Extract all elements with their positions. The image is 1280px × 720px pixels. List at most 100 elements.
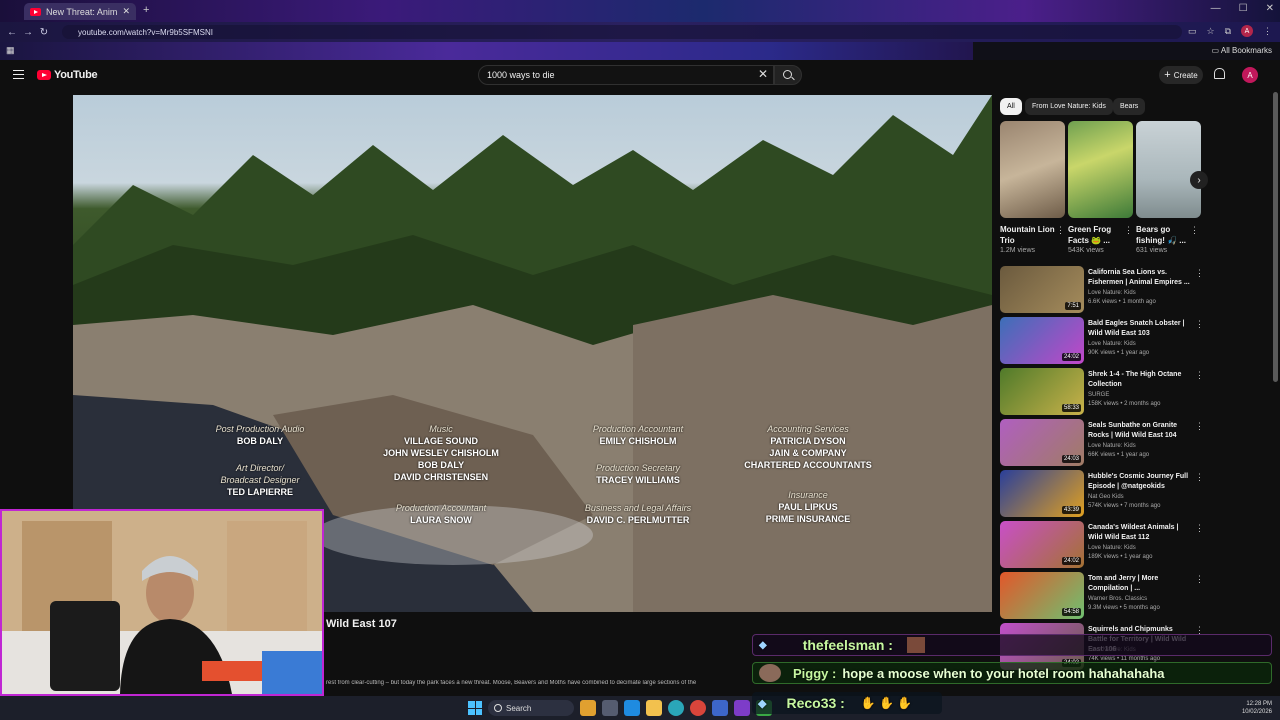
- video-duration: 24:03: [1061, 455, 1081, 463]
- recommendation-title[interactable]: Hubble's Cosmic Journey Full Episode | @…: [1088, 472, 1192, 492]
- recommendation-item[interactable]: 43:39 Hubble's Cosmic Journey Full Episod…: [1000, 470, 1206, 518]
- forward-icon[interactable]: →: [20, 27, 36, 38]
- back-icon[interactable]: ←: [4, 27, 20, 38]
- url-field[interactable]: youtube.com/watch?v=Mr9b5SFMSNI: [62, 25, 1182, 39]
- recommendation-item[interactable]: 7:51 California Sea Lions vs. Fishermen |…: [1000, 266, 1206, 314]
- credit-role: Production Secretary: [595, 463, 681, 473]
- recommendation-item[interactable]: 54:58 Tom and Jerry | More Compilation | …: [1000, 572, 1206, 620]
- short-thumbnail[interactable]: [1136, 121, 1201, 218]
- page-scrollbar[interactable]: [1273, 92, 1278, 382]
- clear-search-icon[interactable]: ✕: [758, 67, 768, 81]
- recommendation-title[interactable]: Seals Sunbathe on Granite Rocks | Wild W…: [1088, 421, 1192, 441]
- credit-role: Art Director/ Broadcast Designer: [220, 463, 300, 485]
- short-title[interactable]: Bears go fishing! 🎣 ...: [1136, 224, 1192, 246]
- taskbar-search[interactable]: Search: [488, 700, 574, 716]
- apps-grid-icon[interactable]: ▦: [6, 45, 15, 56]
- short-thumbnail[interactable]: [1000, 121, 1065, 218]
- chip-bears[interactable]: Bears: [1113, 98, 1146, 115]
- minimize-icon[interactable]: —: [1211, 3, 1221, 14]
- recommendation-channel[interactable]: SURGE: [1088, 392, 1109, 398]
- recommendation-title[interactable]: Shrek 1-4 - The High Octane Collection: [1088, 370, 1192, 390]
- chat-message: Piggy : hope a moose when to your hotel …: [752, 662, 1272, 684]
- edge-icon[interactable]: [668, 700, 684, 716]
- recommendation-channel[interactable]: Nat Geo Kids: [1088, 494, 1124, 500]
- video-thumbnail[interactable]: 24:02: [1000, 317, 1084, 364]
- video-thumbnail[interactable]: 43:39: [1000, 470, 1084, 517]
- youtube-logo[interactable]: YouTube: [37, 69, 98, 81]
- recommendation-channel[interactable]: Love Nature: Kids: [1088, 290, 1136, 296]
- windows-start-icon[interactable]: [468, 701, 482, 715]
- all-bookmarks-link[interactable]: ▭ All Bookmarks: [1212, 46, 1272, 55]
- more-options-icon[interactable]: ⋮: [1195, 574, 1204, 585]
- recommendation-item[interactable]: 24:02 Bald Eagles Snatch Lobster | Wild W…: [1000, 317, 1206, 365]
- video-thumbnail[interactable]: 24:02: [1000, 521, 1084, 568]
- more-options-icon[interactable]: ⋮: [1195, 268, 1204, 279]
- more-options-icon[interactable]: ⋮: [1056, 225, 1065, 236]
- recommendation-item[interactable]: 24:03 Seals Sunbathe on Granite Rocks | W…: [1000, 419, 1206, 467]
- video-thumbnail[interactable]: 58:33: [1000, 368, 1084, 415]
- browser-profile-avatar[interactable]: A: [1241, 25, 1253, 37]
- recommendation-title[interactable]: Tom and Jerry | More Compilation | ...: [1088, 574, 1192, 594]
- recommendation-meta: 9.3M views • 5 months ago: [1088, 605, 1160, 611]
- short-thumbnail[interactable]: [1068, 121, 1133, 218]
- recommendation-channel[interactable]: Warner Bros. Classics: [1088, 596, 1147, 602]
- recommendation-title[interactable]: Bald Eagles Snatch Lobster | Wild Wild E…: [1088, 319, 1192, 339]
- more-options-icon[interactable]: ⋮: [1195, 370, 1204, 381]
- video-thumbnail[interactable]: 54:58: [1000, 572, 1084, 619]
- more-options-icon[interactable]: ⋮: [1195, 421, 1204, 432]
- more-options-icon[interactable]: ⋮: [1190, 225, 1199, 236]
- video-thumbnail[interactable]: 24:03: [1000, 419, 1084, 466]
- credit-name: PATRICIA DYSON: [770, 436, 846, 446]
- search-button[interactable]: [774, 65, 802, 85]
- short-title[interactable]: Mountain Lion Trio: [1000, 224, 1056, 246]
- menu-hamburger-icon[interactable]: [13, 70, 24, 79]
- browser-tab-bar: New Threat: Animals Team ✕ + — ☐ ✕: [0, 0, 1280, 22]
- credit-block: Music VILLAGE SOUND JOHN WESLEY CHISHOLM…: [371, 423, 511, 483]
- recommendation-title[interactable]: California Sea Lions vs. Fishermen | Ani…: [1088, 268, 1192, 288]
- account-avatar[interactable]: A: [1242, 67, 1258, 83]
- short-title[interactable]: Green Frog Facts 🐸 ...: [1068, 224, 1124, 246]
- recommendation-channel[interactable]: Love Nature: Kids: [1088, 443, 1136, 449]
- widgets-icon[interactable]: [580, 700, 596, 716]
- credit-name: PRIME INSURANCE: [765, 514, 851, 524]
- recommendation-item[interactable]: 58:33 Shrek 1-4 - The High Octane Collect…: [1000, 368, 1206, 416]
- chip-from-love-nature-kids[interactable]: From Love Nature: Kids: [1025, 98, 1113, 115]
- reload-icon[interactable]: ↻: [36, 27, 52, 38]
- more-options-icon[interactable]: ⋮: [1124, 225, 1133, 236]
- recommendation-channel[interactable]: Love Nature: Kids: [1088, 341, 1136, 347]
- file-explorer-icon[interactable]: [646, 700, 662, 716]
- bookmark-star-icon[interactable]: ☆: [1206, 26, 1214, 37]
- app-icon[interactable]: [734, 700, 750, 716]
- clock-date: 10/02/2026: [1241, 709, 1272, 715]
- emote-icon: ✋ ✋ ✋: [860, 696, 913, 710]
- credit-block: Accounting Services PATRICIA DYSON JAIN …: [733, 423, 883, 471]
- recommendation-title[interactable]: Canada's Wildest Animals | Wild Wild Eas…: [1088, 523, 1192, 543]
- tab-close-icon[interactable]: ✕: [122, 6, 130, 17]
- more-options-icon[interactable]: ⋮: [1195, 472, 1204, 483]
- video-thumbnail[interactable]: 7:51: [1000, 266, 1084, 313]
- more-options-icon[interactable]: ⋮: [1195, 319, 1204, 330]
- youtube-header: YouTube 1000 ways to die ✕ + Create A: [0, 60, 1280, 90]
- recommendation-channel[interactable]: Love Nature: Kids: [1088, 545, 1136, 551]
- chevron-right-icon[interactable]: ›: [1190, 171, 1208, 189]
- browser-menu-icon[interactable]: ⋮: [1263, 26, 1272, 37]
- copilot-icon[interactable]: [624, 700, 640, 716]
- extensions-icon[interactable]: ⧉: [1225, 26, 1231, 37]
- close-window-icon[interactable]: ✕: [1266, 3, 1274, 14]
- create-button[interactable]: + Create: [1159, 66, 1203, 84]
- mail-icon[interactable]: [712, 700, 728, 716]
- system-tray-clock[interactable]: 12:28 PM 10/02/2026: [1242, 700, 1272, 716]
- more-options-icon[interactable]: ⋮: [1195, 523, 1204, 534]
- chip-all[interactable]: All: [1000, 98, 1022, 115]
- cast-icon[interactable]: ▭: [1188, 26, 1197, 37]
- browser-tab-active[interactable]: New Threat: Animals Team ✕: [24, 3, 136, 20]
- new-tab-icon[interactable]: +: [143, 4, 149, 16]
- maximize-icon[interactable]: ☐: [1239, 3, 1248, 14]
- task-view-icon[interactable]: [602, 700, 618, 716]
- chrome-icon[interactable]: [690, 700, 706, 716]
- recommendation-item[interactable]: 24:02 Canada's Wildest Animals | Wild Wil…: [1000, 521, 1206, 569]
- search-input[interactable]: 1000 ways to die: [478, 65, 774, 85]
- video-description[interactable]: rest from clear-cutting – but today the …: [326, 680, 766, 686]
- clock-time: 12:28 PM: [1246, 701, 1272, 707]
- notifications-bell-icon[interactable]: [1214, 68, 1225, 79]
